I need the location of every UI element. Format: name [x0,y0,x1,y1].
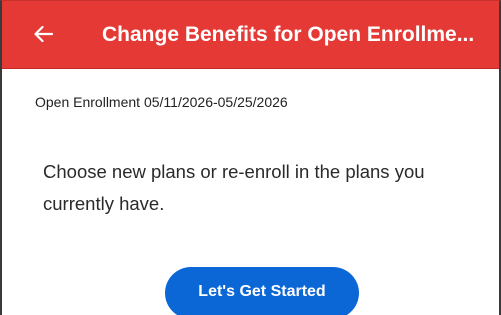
page-title: Change Benefits for Open Enrollme... [102,23,475,46]
back-button[interactable] [28,19,58,49]
app-frame: Change Benefits for Open Enrollme... Ope… [0,0,501,315]
page-header: Change Benefits for Open Enrollme... [2,1,499,69]
enrollment-period: Open Enrollment 05/11/2026-05/25/2026 [35,94,288,110]
instructions-text: Choose new plans or re-enroll in the pla… [43,161,425,214]
arrow-left-icon [33,25,53,43]
lets-get-started-button[interactable]: Let's Get Started [165,267,359,315]
